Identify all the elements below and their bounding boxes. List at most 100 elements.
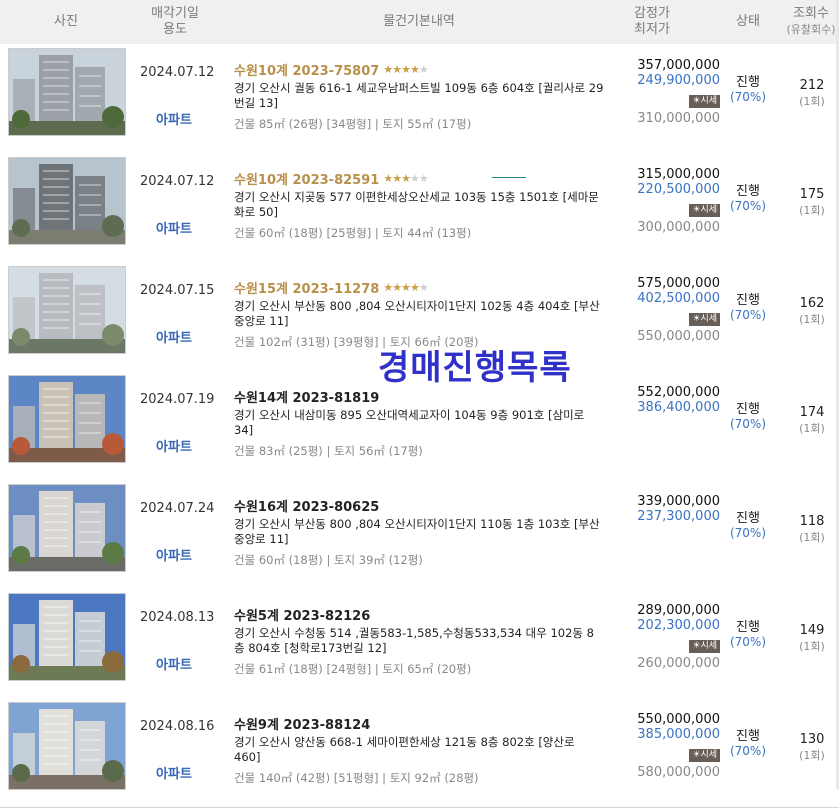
- property-photo[interactable]: [8, 702, 126, 790]
- market-price-button[interactable]: ☀시세: [689, 313, 720, 326]
- star-icon: ★: [409, 281, 420, 294]
- usage-link[interactable]: 아파트: [130, 218, 218, 237]
- table-row[interactable]: 2024.07.12 아파트 수원10계 2023-75807 ★★★★★ 경기 …: [0, 44, 839, 154]
- status-block: 진행 (70%): [722, 507, 774, 540]
- usage-link[interactable]: 아파트: [130, 545, 218, 564]
- property-photo[interactable]: [8, 593, 126, 681]
- star-icon: ★: [401, 63, 411, 76]
- property-address: 경기 오산시 지곶동 577 이편한세상오산세교 103동 15층 1501호 …: [234, 190, 599, 219]
- case-number-link[interactable]: 수원15계 2023-11278 ★★★★★: [234, 278, 604, 297]
- property-photo[interactable]: [8, 157, 126, 245]
- status-block: 진행 (70%): [722, 180, 774, 213]
- status-block: 진행 (70%): [722, 616, 774, 649]
- property-address: 경기 오산시 양산동 668-1 세마이편한세상 121동 8층 802호 [양…: [234, 735, 575, 764]
- star-empty-icon: ★: [409, 172, 420, 185]
- market-price-button[interactable]: ☀시세: [689, 640, 720, 653]
- building-photo-icon: [9, 703, 125, 789]
- views-block: 149 (1회): [786, 623, 838, 654]
- rating-stars: ★★★★★: [383, 63, 429, 76]
- usage-link[interactable]: 아파트: [130, 327, 218, 346]
- property-area: 건물 83㎡ (25평) | 토지 56㎡ (17평): [234, 444, 423, 458]
- case-number-link[interactable]: 수원14계 2023-81819: [234, 387, 604, 406]
- minimum-price: 220,500,000: [637, 182, 720, 197]
- market-price-label[interactable]: 시세: [700, 96, 717, 106]
- table-row[interactable]: 2024.07.24 아파트 수원16계 2023-80625 경기 오산시 부…: [0, 480, 839, 590]
- property-info: 수원16계 2023-80625 경기 오산시 부산동 800 ,804 오산시…: [234, 496, 604, 568]
- view-count: 118: [799, 514, 825, 529]
- property-photo[interactable]: [8, 484, 126, 572]
- property-photo[interactable]: [8, 375, 126, 463]
- fail-count: (1회): [799, 531, 825, 544]
- header-date-usage: 매각기일 용도: [130, 0, 220, 44]
- status-text: 진행: [736, 184, 760, 199]
- property-info: 수원5계 2023-82126 경기 오산시 수청동 514 ,궐동583-1,…: [234, 605, 604, 677]
- fail-count: (1회): [799, 749, 825, 762]
- case-number[interactable]: 수원9계 2023-88124: [234, 714, 370, 733]
- star-icon: ★: [392, 281, 402, 294]
- case-number[interactable]: 수원10계 2023-75807: [234, 60, 379, 79]
- building-photo-icon: [9, 49, 125, 135]
- table-row[interactable]: 2024.08.16 아파트 수원9계 2023-88124 경기 오산시 양산…: [0, 698, 839, 808]
- case-number[interactable]: 수원5계 2023-82126: [234, 605, 370, 624]
- market-price-label[interactable]: 시세: [700, 641, 717, 651]
- status-percent: (70%): [729, 635, 767, 649]
- star-icon: ★: [383, 63, 393, 76]
- status-text: 진행: [736, 620, 760, 635]
- property-photo[interactable]: [8, 266, 126, 354]
- header-views: 조회수 (유찰회수): [782, 0, 839, 44]
- rating-stars: ★★★★★: [383, 172, 429, 185]
- case-number[interactable]: 수원15계 2023-11278: [234, 278, 379, 297]
- case-number-link[interactable]: 수원9계 2023-88124: [234, 714, 604, 733]
- property-area: 건물 60㎡ (18평) [25평형] | 토지 44㎡ (13평): [234, 226, 472, 240]
- price-block: 339,000,000 237,300,000: [605, 494, 720, 524]
- usage-link[interactable]: 아파트: [130, 763, 218, 782]
- status-text: 진행: [736, 402, 760, 417]
- status-text: 진행: [736, 511, 760, 526]
- property-address: 경기 오산시 궐동 616-1 세교우남퍼스트빌 109동 6층 604호 [궐…: [234, 81, 604, 110]
- previous-price: 300,000,000: [637, 220, 720, 235]
- market-price-button[interactable]: ☀시세: [689, 749, 720, 762]
- property-info: 수원10계 2023-82591 ★★★★★ 경기 오산시 지곶동 577 이편한…: [234, 169, 604, 241]
- status-block: 진행 (70%): [722, 398, 774, 431]
- property-photo[interactable]: [8, 48, 126, 136]
- views-block: 162 (1회): [786, 296, 838, 327]
- usage-link[interactable]: 아파트: [130, 436, 218, 455]
- property-area: 건물 61㎡ (18평) [24평형] | 토지 65㎡ (20평): [234, 662, 472, 676]
- market-price-button[interactable]: ☀시세: [689, 204, 720, 217]
- case-number[interactable]: 수원16계 2023-80625: [234, 496, 379, 515]
- status-text: 진행: [736, 293, 760, 308]
- star-empty-icon: ★: [418, 172, 429, 185]
- star-icon: ★: [401, 281, 411, 294]
- star-icon: ★: [383, 281, 393, 294]
- case-number[interactable]: 수원10계 2023-82591: [234, 169, 379, 188]
- star-empty-icon: ★: [418, 63, 429, 76]
- views-block: 130 (1회): [786, 732, 838, 763]
- market-price-button[interactable]: ☀시세: [689, 95, 720, 108]
- case-number-link[interactable]: 수원16계 2023-80625: [234, 496, 604, 515]
- market-price-label[interactable]: 시세: [700, 205, 717, 215]
- status-percent: (70%): [729, 308, 767, 322]
- views-block: 175 (1회): [786, 187, 838, 218]
- case-number-link[interactable]: 수원10계 2023-75807 ★★★★★: [234, 60, 604, 79]
- watermark-title: 경매진행목록: [378, 348, 572, 388]
- usage-link[interactable]: 아파트: [130, 109, 218, 128]
- fail-count: (1회): [799, 313, 825, 326]
- header-date-label: 매각기일: [151, 6, 199, 21]
- star-icon: ★: [401, 172, 411, 185]
- price-block: 315,000,000 220,500,000 ☀시세 300,000,000: [605, 167, 720, 235]
- table-row[interactable]: 2024.08.13 아파트 수원5계 2023-82126 경기 오산시 수청…: [0, 589, 839, 699]
- property-address: 경기 오산시 수청동 514 ,궐동583-1,585,수청동533,534 대…: [234, 626, 594, 655]
- case-number[interactable]: 수원14계 2023-81819: [234, 387, 379, 406]
- case-number-link[interactable]: 수원10계 2023-82591 ★★★★★: [234, 169, 604, 188]
- market-price-label[interactable]: 시세: [700, 314, 717, 324]
- usage-link[interactable]: 아파트: [130, 654, 218, 673]
- appraisal-price: 575,000,000: [637, 276, 720, 291]
- case-number-link[interactable]: 수원5계 2023-82126: [234, 605, 604, 624]
- price-block: 550,000,000 385,000,000 ☀시세 580,000,000: [605, 712, 720, 780]
- price-block: 575,000,000 402,500,000 ☀시세 550,000,000: [605, 276, 720, 344]
- appraisal-price: 289,000,000: [637, 603, 720, 618]
- appraisal-price: 339,000,000: [637, 494, 720, 509]
- table-row[interactable]: 2024.07.12 아파트 수원10계 2023-82591 ★★★★★ 경기 …: [0, 153, 839, 263]
- market-price-label[interactable]: 시세: [700, 750, 717, 760]
- property-address: 경기 오산시 내삼미동 895 오산대역세교자이 104동 9층 901호 [삼…: [234, 408, 585, 437]
